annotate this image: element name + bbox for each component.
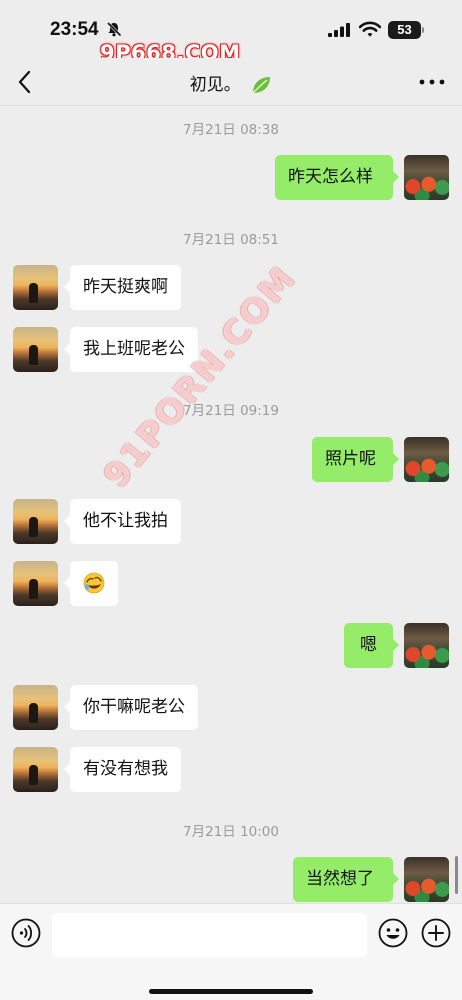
timestamp: 7月21日 08:38	[183, 122, 279, 138]
message-bubble-received[interactable]: 他不让我拍	[64, 499, 181, 544]
message-bubble-received[interactable]: 我上班呢老公	[64, 327, 198, 372]
more-options-button[interactable]	[418, 78, 446, 86]
chat-title: 初见。	[0, 70, 462, 96]
message-bubble-received[interactable]: 你干嘛呢老公	[64, 685, 198, 730]
bell-muted-icon	[106, 21, 122, 37]
rolling-laughing-emoji-icon	[83, 572, 105, 594]
message-input[interactable]	[52, 913, 367, 957]
message-bubble-sent[interactable]: 昨天怎么样	[275, 155, 399, 200]
timestamp: 7月21日 08:51	[183, 232, 279, 248]
scrollbar[interactable]	[455, 856, 458, 894]
chat-title-text: 初见。	[189, 75, 241, 95]
timestamp: 7月21日 10:00	[183, 824, 279, 840]
message-bubble-received[interactable]: 有没有想我	[64, 747, 181, 792]
avatar-contact[interactable]	[13, 265, 58, 310]
avatar-contact[interactable]	[13, 685, 58, 730]
avatar-contact[interactable]	[13, 747, 58, 792]
message-bubble-received[interactable]: 昨天挺爽啊	[64, 265, 181, 310]
nav-bar: 初见。	[0, 58, 462, 106]
avatar-self[interactable]	[404, 857, 449, 902]
message-bubble-sent[interactable]: 照片呢	[312, 437, 399, 482]
avatar-contact[interactable]	[13, 499, 58, 544]
timestamp: 7月21日 09:19	[183, 403, 279, 419]
leaf-icon	[252, 77, 271, 94]
emoji-button[interactable]	[378, 918, 408, 948]
avatar-self[interactable]	[404, 623, 449, 668]
avatar-contact[interactable]	[13, 327, 58, 372]
message-bubble-sent[interactable]: 嗯	[344, 623, 399, 668]
home-indicator[interactable]	[149, 989, 313, 994]
plus-button[interactable]	[421, 918, 451, 948]
status-bar: 23:54 9P668.COM 53	[0, 0, 462, 65]
message-bubble-sent[interactable]: 当然想了	[293, 857, 399, 902]
message-bubble-emoji[interactable]	[64, 561, 118, 606]
status-time: 23:54	[50, 19, 99, 40]
wifi-icon	[359, 21, 381, 37]
voice-button[interactable]	[11, 918, 41, 948]
avatar-self[interactable]	[404, 437, 449, 482]
avatar-self[interactable]	[404, 155, 449, 200]
input-bar	[0, 903, 462, 1000]
battery-indicator: 53	[388, 21, 424, 39]
avatar-contact[interactable]	[13, 561, 58, 606]
signal-icon	[328, 23, 350, 37]
